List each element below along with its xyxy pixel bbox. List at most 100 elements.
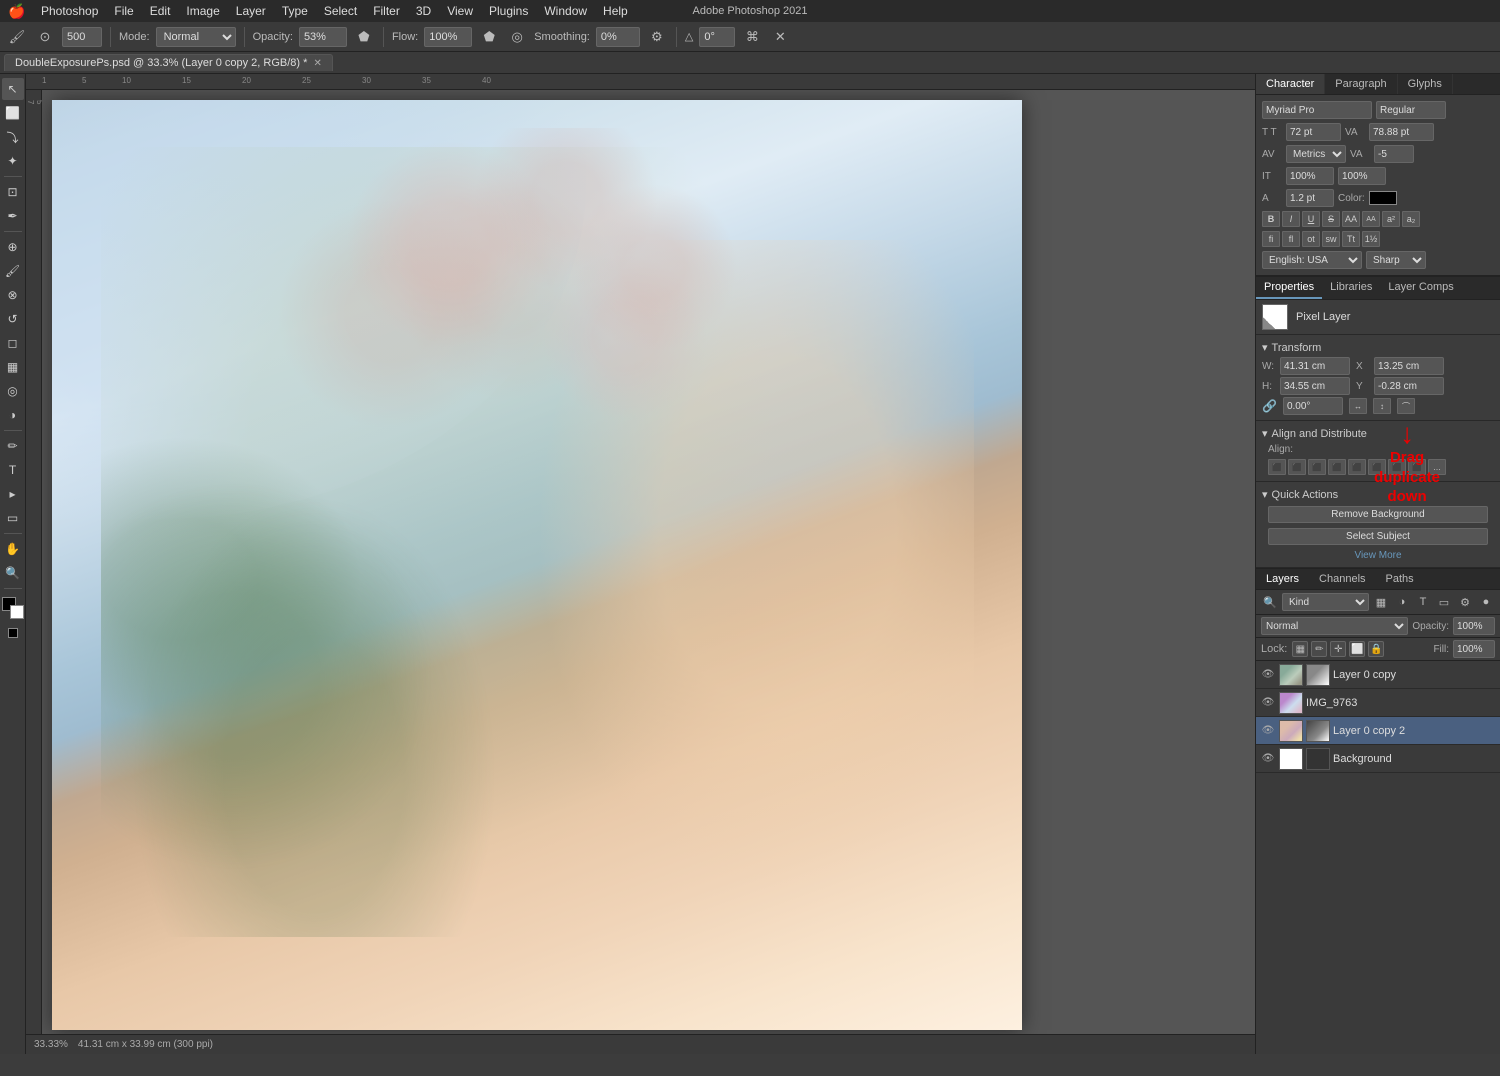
extra-icon[interactable]: ✕ — [769, 26, 791, 48]
foreground-background-colors[interactable] — [2, 597, 24, 619]
underline-icon[interactable]: U — [1302, 211, 1320, 227]
view-more-link[interactable]: View More — [1354, 550, 1401, 561]
filter-smart-icon[interactable]: ⚙ — [1456, 593, 1474, 611]
hand-tool[interactable]: ✋ — [2, 538, 24, 560]
transform-header[interactable]: ▾ Transform — [1262, 339, 1494, 356]
tab-libraries[interactable]: Libraries — [1322, 277, 1380, 299]
menu-help[interactable]: Help — [596, 2, 635, 20]
layer-vis-copy1[interactable]: 👁 — [1260, 667, 1276, 683]
height-input[interactable] — [1280, 377, 1350, 395]
select-tool[interactable]: ⬜ — [2, 102, 24, 124]
anti-alias-select[interactable]: Sharp — [1366, 251, 1426, 269]
mode-select[interactable]: Normal — [156, 27, 236, 47]
layer-item-copy1[interactable]: 👁 Layer 0 copy — [1256, 661, 1500, 689]
font-family-input[interactable] — [1262, 101, 1372, 119]
brush-size-icon[interactable]: ⊙ — [34, 26, 56, 48]
blend-mode-select[interactable]: Normal — [1261, 617, 1408, 635]
zoom-tool[interactable]: 🔍 — [2, 562, 24, 584]
bold-icon[interactable]: B — [1262, 211, 1280, 227]
align-left-icon[interactable]: ⬛ — [1268, 459, 1286, 475]
layer-item-img9763[interactable]: 👁 IMG_9763 — [1256, 689, 1500, 717]
tool-preset-icon[interactable]: 🖌 — [6, 26, 28, 48]
lock-transparent-icon[interactable]: ▦ — [1292, 641, 1308, 657]
spot-heal-tool[interactable]: ⊕ — [2, 236, 24, 258]
filter-adjust-icon[interactable]: ◑ — [1393, 593, 1411, 611]
tab-glyphs[interactable]: Glyphs — [1398, 74, 1453, 94]
warp-icon[interactable]: ⌒ — [1397, 398, 1415, 414]
clone-stamp-tool[interactable]: ⊗ — [2, 284, 24, 306]
x-input[interactable] — [1374, 357, 1444, 375]
scale-h-input[interactable] — [1286, 167, 1334, 185]
menu-3d[interactable]: 3D — [409, 2, 438, 20]
background-color[interactable] — [10, 605, 24, 619]
opacity-input[interactable] — [1453, 617, 1495, 635]
superscript-icon[interactable]: a² — [1382, 211, 1400, 227]
flip-h-icon[interactable]: ↔ — [1349, 398, 1367, 414]
menu-window[interactable]: Window — [537, 2, 594, 20]
eyedropper-tool[interactable]: ✒ — [2, 205, 24, 227]
tab-channels[interactable]: Channels — [1309, 569, 1375, 589]
alt-icon[interactable]: 1½ — [1362, 231, 1380, 247]
symmetry-icon[interactable]: ⌘ — [741, 26, 763, 48]
airbrush-icon[interactable]: ◎ — [506, 26, 528, 48]
lasso-tool[interactable]: ⤵ — [2, 126, 24, 148]
tab-layers[interactable]: Layers — [1256, 569, 1309, 589]
swash-icon[interactable]: sw — [1322, 231, 1340, 247]
ligature-icon[interactable]: fi — [1262, 231, 1280, 247]
quick-select-tool[interactable]: ✦ — [2, 150, 24, 172]
tracking-val-input[interactable] — [1374, 145, 1414, 163]
lock-all-icon[interactable]: 🔒 — [1368, 641, 1384, 657]
shape-tool[interactable]: ▭ — [2, 507, 24, 529]
move-tool[interactable]: ↖ — [2, 78, 24, 100]
italic-icon[interactable]: I — [1282, 211, 1300, 227]
lock-paint-icon[interactable]: ✏ — [1311, 641, 1327, 657]
font-style-input[interactable] — [1376, 101, 1446, 119]
flow-input[interactable] — [424, 27, 472, 47]
menu-edit[interactable]: Edit — [143, 2, 178, 20]
filter-active-icon[interactable]: ● — [1477, 593, 1495, 611]
layer-vis-img9763[interactable]: 👁 — [1260, 695, 1276, 711]
width-input[interactable] — [1280, 357, 1350, 375]
layer-vis-background[interactable]: 👁 — [1260, 751, 1276, 767]
filter-pixel-icon[interactable]: ▦ — [1372, 593, 1390, 611]
filter-kind-icon[interactable]: 🔍 — [1261, 593, 1279, 611]
opacity-pressure-icon[interactable]: ⬟ — [353, 26, 375, 48]
fill-input[interactable] — [1453, 640, 1495, 658]
baseline-input[interactable] — [1286, 189, 1334, 207]
layer-item-copy2[interactable]: 👁 Layer 0 copy 2 — [1256, 717, 1500, 745]
smoothing-input[interactable] — [596, 27, 640, 47]
path-select-tool[interactable]: ▸ — [2, 483, 24, 505]
type-tool[interactable]: T — [2, 459, 24, 481]
tracking-input[interactable] — [1369, 123, 1434, 141]
tab-layer-comps[interactable]: Layer Comps — [1380, 277, 1461, 299]
strikethrough-icon[interactable]: S — [1322, 211, 1340, 227]
lock-position-icon[interactable]: ✛ — [1330, 641, 1346, 657]
menu-file[interactable]: File — [107, 2, 140, 20]
brush-size-input[interactable] — [62, 27, 102, 47]
smoothing-settings-icon[interactable]: ⚙ — [646, 26, 668, 48]
text-color-swatch[interactable] — [1369, 191, 1397, 205]
layer-vis-copy2[interactable]: 👁 — [1260, 723, 1276, 739]
main-canvas[interactable] — [52, 100, 1022, 1030]
brush-tool[interactable]: 🖌 — [2, 260, 24, 282]
lock-artboard-icon[interactable]: ⬜ — [1349, 641, 1365, 657]
font-size-input[interactable] — [1286, 123, 1341, 141]
filter-kind-select[interactable]: Kind — [1282, 593, 1369, 611]
menu-filter[interactable]: Filter — [366, 2, 407, 20]
menu-select[interactable]: Select — [317, 2, 364, 20]
filter-shape-icon[interactable]: ▭ — [1435, 593, 1453, 611]
quick-mask-icon[interactable] — [8, 628, 18, 638]
history-brush-tool[interactable]: ↺ — [2, 308, 24, 330]
gradient-tool[interactable]: ▦ — [2, 356, 24, 378]
menu-type[interactable]: Type — [275, 2, 315, 20]
layer-item-background[interactable]: 👁 Background — [1256, 745, 1500, 773]
subscript-icon[interactable]: a₂ — [1402, 211, 1420, 227]
scale-v-input[interactable] — [1338, 167, 1386, 185]
tab-paths[interactable]: Paths — [1376, 569, 1424, 589]
angle-input[interactable] — [699, 27, 735, 47]
align-center-h-icon[interactable]: ⬛ — [1288, 459, 1306, 475]
menu-view[interactable]: View — [440, 2, 480, 20]
blur-tool[interactable]: ◎ — [2, 380, 24, 402]
apple-menu[interactable]: 🍎 — [8, 2, 26, 20]
pen-tool[interactable]: ✏ — [2, 435, 24, 457]
